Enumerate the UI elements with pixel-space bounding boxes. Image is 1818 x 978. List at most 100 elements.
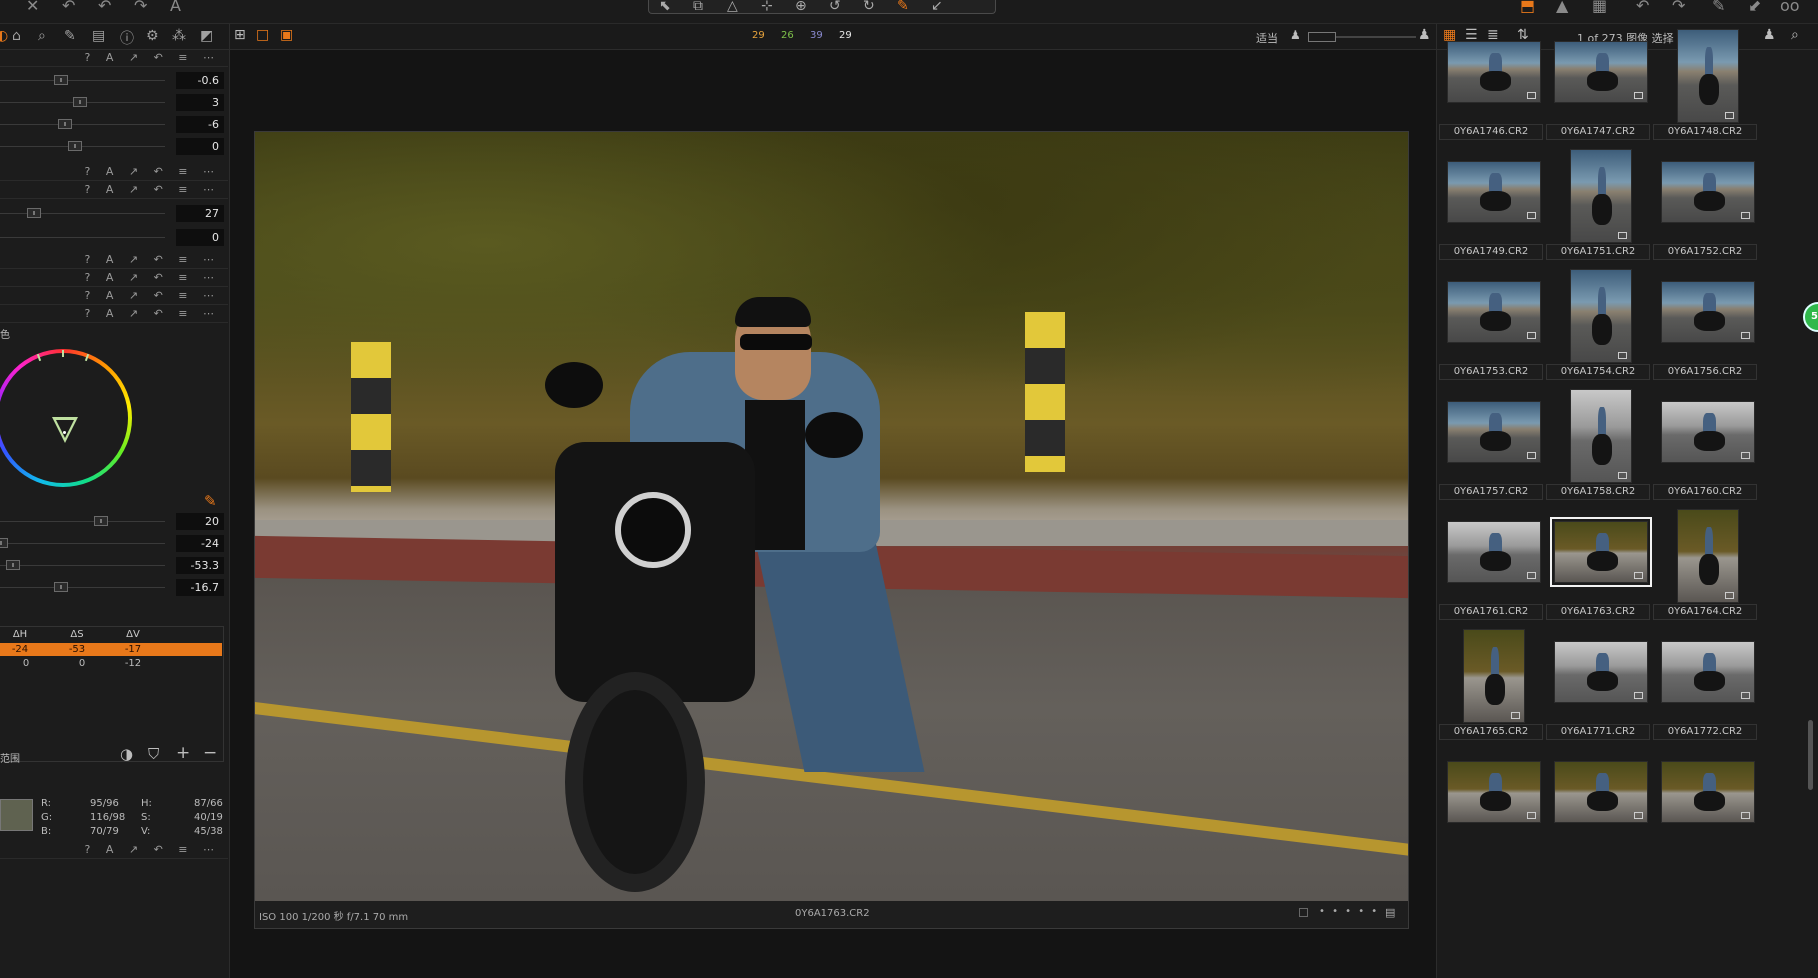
thumbnail-item[interactable]: 0Y6A1758.CR2 [1546,361,1666,500]
person-large-icon[interactable]: ♟ [1418,27,1431,43]
thumbnail-image[interactable] [1554,761,1648,823]
thumbnail-item[interactable]: 0Y6A1757.CR2 [1439,361,1559,500]
thumbnail-item[interactable]: 0Y6A1751.CR2 [1546,121,1666,260]
thumbnail-image[interactable] [1661,281,1755,343]
undo-alt-icon[interactable]: ↶ [98,0,111,14]
thumbnail-image[interactable] [1661,761,1755,823]
slider-row[interactable]: 0 [0,227,228,249]
thumbnail-image[interactable] [1554,41,1648,103]
undo-icon[interactable]: ↶ [62,0,75,14]
compare-view-icon[interactable]: ▣ [280,27,293,43]
slider-value[interactable]: 27 [176,205,224,222]
slider-row[interactable]: 0 [0,136,228,158]
slider-value[interactable]: 0 [176,138,224,155]
add-icon[interactable]: + [176,743,190,763]
zoom-track[interactable] [1336,36,1416,38]
glasses-icon[interactable]: oo [1780,0,1800,14]
brush-icon[interactable]: ✎ [1712,0,1725,14]
thumbnail-item[interactable] [1546,721,1666,860]
search-icon[interactable]: ⌕ [1791,27,1799,43]
rotate-left-icon[interactable]: ↺ [829,0,841,14]
thumbnail-image[interactable] [1661,401,1755,463]
slider-row[interactable]: -6 [0,114,228,136]
slider-value[interactable]: 0 [176,229,224,246]
thumbnail-item[interactable]: 0Y6A1771.CR2 [1546,601,1666,740]
thumbnail-item[interactable] [1439,721,1559,860]
warning-icon[interactable]: ▲ [1556,0,1568,14]
picker-plus-icon[interactable]: ⛉ [148,745,159,763]
thumbnail-image[interactable] [1661,161,1755,223]
slider-row[interactable]: -24 [0,533,228,555]
table-row[interactable]: 0 0 -12 [0,657,222,670]
slider-knob[interactable] [54,582,68,592]
thumbnail-image[interactable] [1447,41,1541,103]
slider-knob[interactable] [58,119,72,129]
thumbnail-image[interactable] [1463,629,1525,723]
reset-icon[interactable]: ↶ [1636,0,1649,14]
slider-row[interactable]: 27 [0,203,228,225]
slider-row[interactable]: -0.6 [0,70,228,92]
arrow-icon[interactable]: ↙ [931,0,943,14]
slider-value[interactable]: -16.7 [176,579,224,596]
slider-row[interactable]: -16.7 [0,577,228,599]
main-photo[interactable] [255,132,1408,901]
table-row[interactable]: -24 -53 -17 [0,643,222,656]
tab-list-icon[interactable]: ▤ [92,28,105,44]
fit-label[interactable]: 适当 [1256,30,1278,46]
browser-scrollbar[interactable] [1808,720,1813,790]
thumbnail-image[interactable] [1570,269,1632,363]
wheel-tick[interactable] [62,350,64,357]
tab-info-icon[interactable]: ⓘ [120,28,134,48]
slider-value[interactable]: -6 [176,116,224,133]
slider-knob[interactable] [73,97,87,107]
person-small-icon[interactable]: ♟ [1290,28,1301,42]
thumbnail-item[interactable]: 0Y6A1753.CR2 [1439,241,1559,380]
slider-knob[interactable] [68,141,82,151]
tab-levels-icon[interactable]: ◩ [200,28,213,44]
slider-value[interactable]: -24 [176,535,224,552]
slider-row[interactable]: 20 [0,511,228,533]
slider-knob[interactable] [6,560,20,570]
thumbnail-image[interactable] [1661,641,1755,703]
thumbnail-image[interactable] [1677,509,1739,603]
redo-alt-icon[interactable]: ↷ [1672,0,1685,14]
slider-knob[interactable] [27,208,41,218]
thumbnail-item[interactable]: 0Y6A1756.CR2 [1653,241,1773,380]
tab-brush-icon[interactable]: ✎ [64,28,76,44]
rotate-right-icon[interactable]: ↻ [863,0,875,14]
slider-value[interactable]: -0.6 [176,72,224,89]
thumbnail-image[interactable] [1554,641,1648,703]
spot-icon[interactable]: ⊕ [795,0,807,14]
tab-search-icon[interactable]: ⌕ [38,28,46,44]
single-view-icon[interactable]: □ [256,27,269,43]
mask-icon[interactable]: ◑ [120,745,133,763]
thumbnail-item[interactable]: 0Y6A1764.CR2 [1653,481,1773,620]
paint-icon[interactable]: ✎ [897,0,909,14]
tab-gear-icon[interactable]: ⚙ [146,28,159,44]
slider-knob[interactable] [94,516,108,526]
slider-row[interactable]: -53.3 [0,555,228,577]
straighten-icon[interactable]: ⊹ [761,0,773,14]
thumbnail-image[interactable] [1447,281,1541,343]
hue-selector-icon[interactable] [52,417,78,443]
thumbnail-image[interactable] [1550,517,1652,587]
pointer-icon[interactable]: ⬋ [1748,0,1761,14]
redo-icon[interactable]: ↷ [134,0,147,14]
thumbnail-item[interactable]: 0Y6A1761.CR2 [1439,481,1559,620]
info-icon[interactable]: ▤ [1385,906,1395,919]
slider-knob[interactable] [0,538,8,548]
thumbnail-item[interactable]: 0Y6A1763.CR2 [1546,481,1666,620]
slider-knob[interactable] [54,75,68,85]
crop-icon[interactable]: ⧉ [693,0,703,14]
thumbnail-item[interactable]: 0Y6A1760.CR2 [1653,361,1773,500]
rating-dots[interactable]: • • • • • [1319,906,1379,917]
tab-nodes-icon[interactable]: ⁂ [172,28,186,44]
picker-icon[interactable]: ✎ [204,492,217,510]
color-tag-box[interactable] [1299,908,1308,917]
thumbnail-image[interactable] [1447,401,1541,463]
slider-value[interactable]: -53.3 [176,557,224,574]
thumbnail-image[interactable] [1447,161,1541,223]
tab-lens-icon[interactable]: ⌂ [12,28,21,44]
select-icon[interactable]: ⬉ [659,0,671,14]
tab-camera-icon[interactable]: ◐ [0,28,8,44]
